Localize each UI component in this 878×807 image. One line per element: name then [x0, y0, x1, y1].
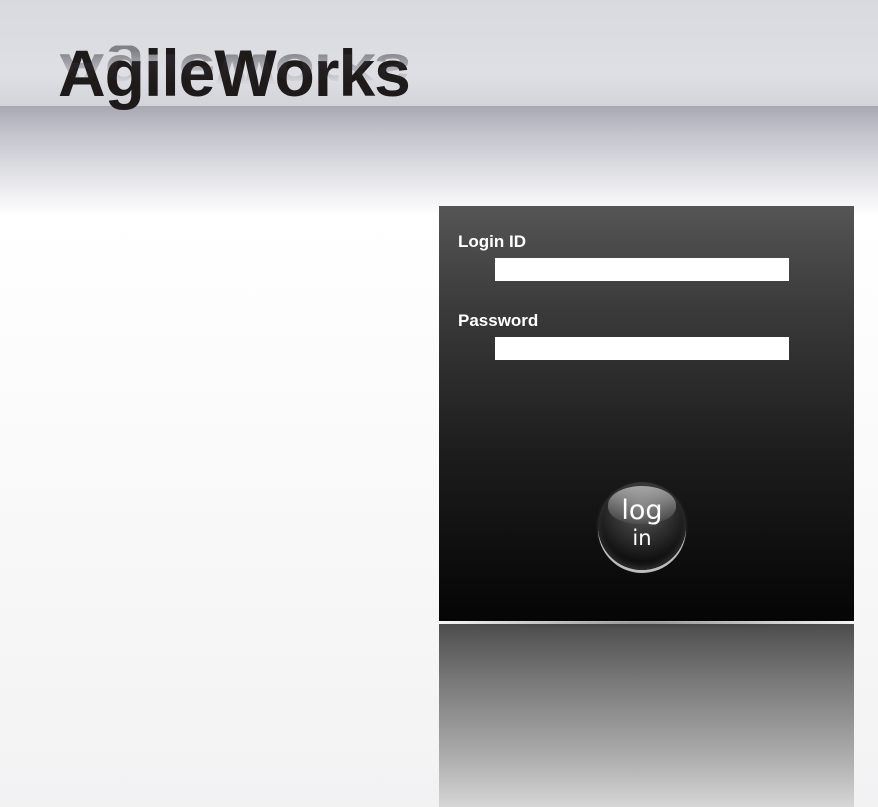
brand-logo-reflection: AgileWorks	[58, 44, 410, 100]
login-button-label-line1: log	[621, 495, 663, 526]
login-id-input[interactable]	[495, 258, 789, 281]
login-button[interactable]: log in	[598, 482, 686, 570]
login-button-label-line2: in	[632, 526, 652, 550]
login-id-label: Login ID	[458, 232, 526, 251]
password-label: Password	[458, 311, 539, 330]
password-input[interactable]	[495, 337, 789, 360]
login-panel-reflection	[439, 624, 854, 807]
header-reflection-band	[0, 106, 878, 216]
